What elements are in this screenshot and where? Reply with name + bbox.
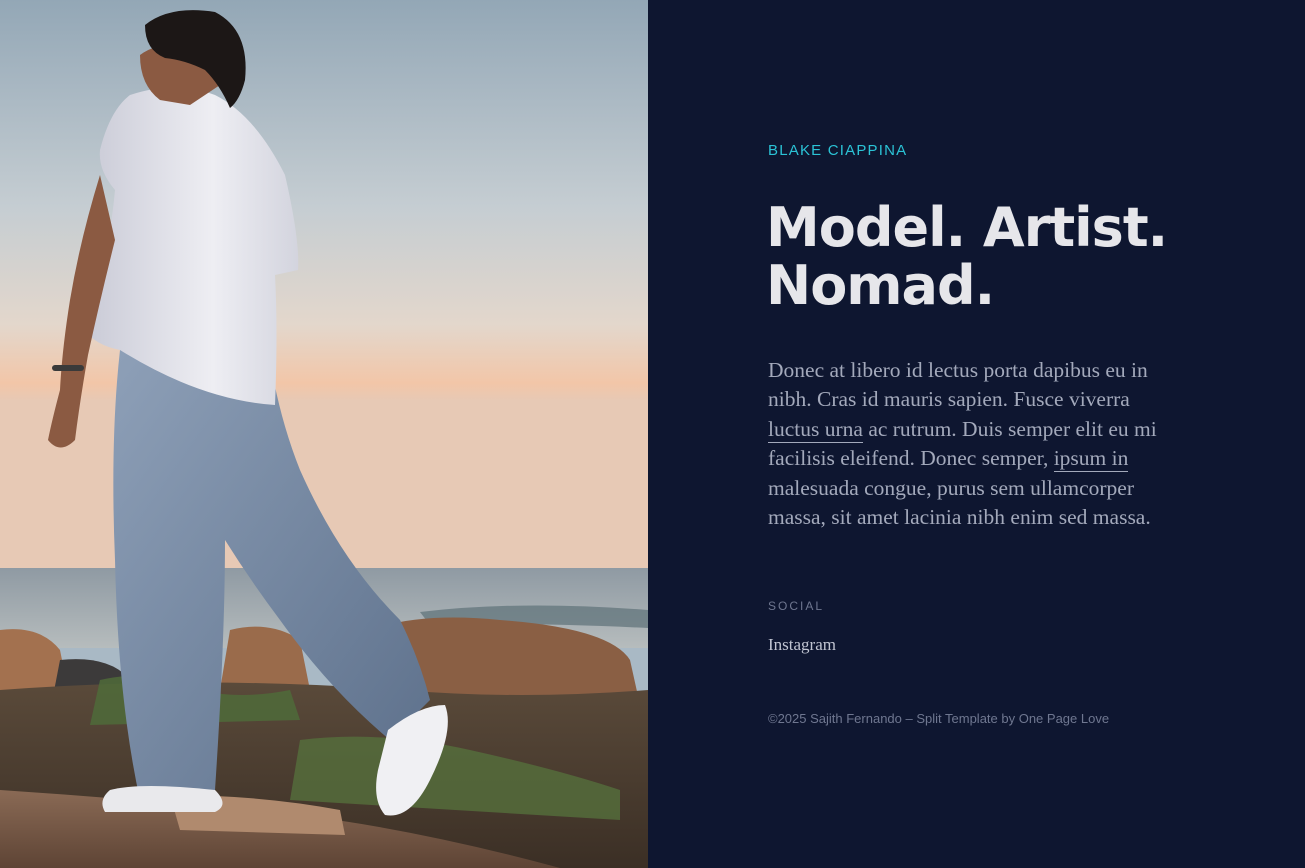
intro-link-luctus-urna[interactable]: luctus urna — [768, 416, 863, 443]
footer-credit-link[interactable]: One Page Love — [1019, 711, 1109, 726]
intro-paragraph: Donec at libero id lectus porta dapibus … — [768, 356, 1183, 532]
footer: ©2025 Sajith Fernando – Split Template b… — [768, 711, 1109, 726]
hero-image — [0, 0, 648, 868]
profile-name: BLAKE CIAPPINA — [768, 142, 908, 159]
page: BLAKE CIAPPINA Model. Artist. Nomad. Don… — [0, 0, 1305, 868]
social-link-instagram[interactable]: Instagram — [768, 635, 836, 655]
headline-line-1: Model. Artist. — [766, 196, 1168, 259]
hero-photo — [0, 0, 648, 868]
intro-text-1: Donec at libero id lectus porta dapibus … — [768, 358, 1148, 412]
headline: Model. Artist. Nomad. — [766, 199, 1206, 315]
intro-text-3: malesuada congue, purus sem ullamcorper … — [768, 475, 1151, 530]
headline-line-2: Nomad. — [766, 254, 995, 317]
content-panel: BLAKE CIAPPINA Model. Artist. Nomad. Don… — [648, 0, 1305, 868]
social-heading: SOCIAL — [768, 599, 825, 613]
intro-link-ipsum-in[interactable]: ipsum in — [1053, 446, 1129, 473]
footer-copyright: ©2025 Sajith Fernando – Split Template b… — [768, 711, 1019, 726]
